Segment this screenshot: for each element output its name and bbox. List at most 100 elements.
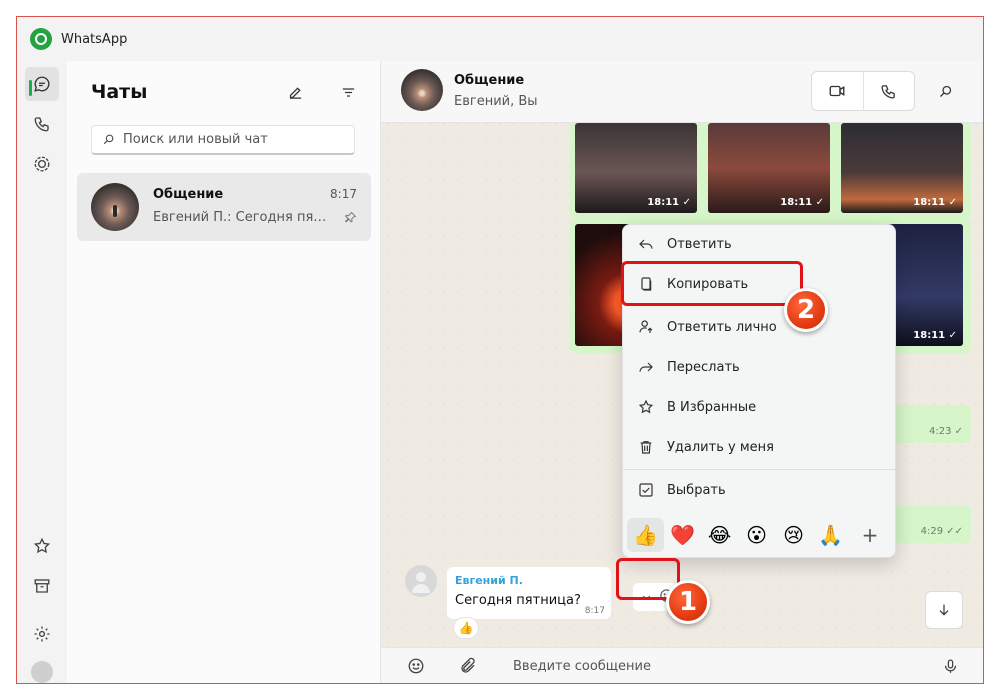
new-chat-button[interactable]: [284, 81, 306, 103]
search-icon: [939, 85, 951, 97]
video-call-button[interactable]: [812, 72, 863, 110]
conversation-participants: Евгений, Вы: [454, 94, 538, 109]
nav-rail: [17, 61, 67, 683]
reaction-thumbs-up[interactable]: 👍: [627, 518, 664, 552]
reply-icon: [637, 235, 655, 253]
photo-thumbnail[interactable]: 18:11 ✓: [575, 123, 697, 213]
conversation-avatar[interactable]: [401, 69, 443, 111]
video-camera-icon: [830, 85, 845, 97]
chat-list-title: Чаты: [91, 81, 148, 103]
filter-icon: [342, 87, 354, 97]
title-bar: WhatsApp: [17, 17, 983, 61]
status-icon: [34, 156, 50, 172]
menu-divider: [623, 469, 895, 470]
photo-thumbnail[interactable]: 18:11 ✓: [708, 123, 830, 213]
star-icon: [637, 398, 655, 416]
message-text: Сегодня пятница?: [455, 593, 581, 608]
attach-button[interactable]: [457, 655, 479, 677]
phone-icon: [34, 117, 49, 132]
menu-item-star[interactable]: В Избранные: [623, 388, 895, 426]
call-buttons: [811, 71, 915, 111]
incoming-message[interactable]: Евгений П. Сегодня пятница? 8:17: [447, 567, 611, 619]
reaction-laugh[interactable]: 😂: [701, 518, 738, 552]
app-title: WhatsApp: [61, 31, 128, 47]
photo-time: 18:11 ✓: [913, 330, 957, 341]
more-reactions-button[interactable]: +: [853, 518, 887, 552]
pin-icon: [344, 209, 357, 228]
rail-calls-button[interactable]: [25, 107, 59, 141]
message-input[interactable]: [513, 654, 913, 678]
gear-icon: [34, 626, 50, 642]
message-reaction[interactable]: 👍: [453, 617, 479, 639]
step-badge-1: 1: [666, 580, 710, 624]
voice-call-button[interactable]: [862, 72, 914, 110]
phone-icon: [881, 84, 896, 99]
photo-thumbnail[interactable]: 18:11 ✓: [841, 123, 963, 213]
chats-icon: [34, 76, 50, 92]
chat-list-item[interactable]: Общение 8:17 Евгений П.: Сегодня пятница…: [77, 173, 371, 241]
rail-archive-button[interactable]: [25, 569, 59, 603]
archive-icon: [34, 579, 50, 593]
scroll-to-bottom-button[interactable]: [925, 591, 963, 629]
chat-item-name: Общение: [153, 187, 224, 202]
search-icon: [103, 134, 114, 145]
search-box[interactable]: [91, 125, 355, 155]
message-time: 4:29 ✓✓: [920, 526, 963, 537]
voice-message-button[interactable]: [939, 655, 961, 677]
rail-status-button[interactable]: [25, 147, 59, 181]
message-time: 8:17: [584, 606, 605, 616]
arrow-down-icon: [939, 604, 949, 616]
reaction-sad[interactable]: 😢: [775, 518, 812, 552]
forward-icon: [637, 358, 655, 376]
photo-time: 18:11 ✓: [780, 197, 824, 208]
emoji-button[interactable]: [405, 655, 427, 677]
menu-item-reply-private[interactable]: Ответить лично: [623, 308, 895, 346]
rail-settings-button[interactable]: [25, 617, 59, 651]
sender-avatar: [405, 565, 437, 597]
conversation-search-button[interactable]: [933, 79, 957, 103]
reply-private-icon: [637, 318, 655, 336]
highlight-copy: [621, 261, 803, 306]
rail-profile-button[interactable]: [25, 655, 59, 683]
reaction-heart[interactable]: ❤️: [664, 518, 701, 552]
paperclip-icon: [461, 657, 475, 673]
menu-item-label: Ответить лично: [667, 319, 777, 335]
reaction-pray[interactable]: 🙏: [812, 518, 849, 552]
menu-item-label: Выбрать: [667, 482, 726, 498]
message-composer: [381, 647, 983, 683]
message-time: 4:23 ✓: [928, 426, 963, 437]
menu-item-label: Переслать: [667, 359, 740, 375]
microphone-icon: [944, 658, 956, 673]
menu-item-label: Ответить: [667, 236, 732, 252]
step-badge-2: 2: [784, 288, 828, 332]
menu-item-reply[interactable]: Ответить: [623, 225, 895, 263]
reaction-picker: 👍 ❤️ 😂 😮 😢 🙏 +: [627, 517, 893, 553]
chat-item-time: 8:17: [330, 187, 357, 201]
compose-icon: [289, 86, 301, 99]
photo-time: 18:11 ✓: [647, 197, 691, 208]
filter-button[interactable]: [337, 81, 359, 103]
search-input[interactable]: [123, 132, 343, 147]
menu-item-label: В Избранные: [667, 399, 757, 415]
reaction-wow[interactable]: 😮: [738, 518, 775, 552]
rail-starred-button[interactable]: [25, 529, 59, 563]
active-indicator: [29, 80, 32, 96]
trash-icon: [637, 438, 655, 456]
whatsapp-logo-icon: [30, 28, 52, 50]
sender-name: Евгений П.: [455, 574, 523, 587]
profile-avatar: [31, 661, 53, 683]
rail-chats-button[interactable]: [25, 67, 59, 101]
star-icon: [33, 537, 51, 554]
menu-item-delete[interactable]: Удалить у меня: [623, 428, 895, 466]
smiley-icon: [408, 658, 424, 674]
chat-list-panel: Чаты Общение 8:17 Евгений П.: Сегодня пя…: [67, 61, 381, 683]
chat-avatar: [91, 183, 139, 231]
checkbox-icon: [637, 481, 655, 499]
conversation-header[interactable]: Общение Евгений, Вы: [381, 61, 983, 123]
photo-time: 18:11 ✓: [913, 197, 957, 208]
menu-item-forward[interactable]: Переслать: [623, 348, 895, 386]
menu-item-select[interactable]: Выбрать: [623, 471, 895, 509]
conversation-name: Общение: [454, 73, 525, 88]
chat-item-preview: Евгений П.: Сегодня пятница?: [153, 210, 333, 225]
menu-item-label: Удалить у меня: [667, 439, 774, 455]
